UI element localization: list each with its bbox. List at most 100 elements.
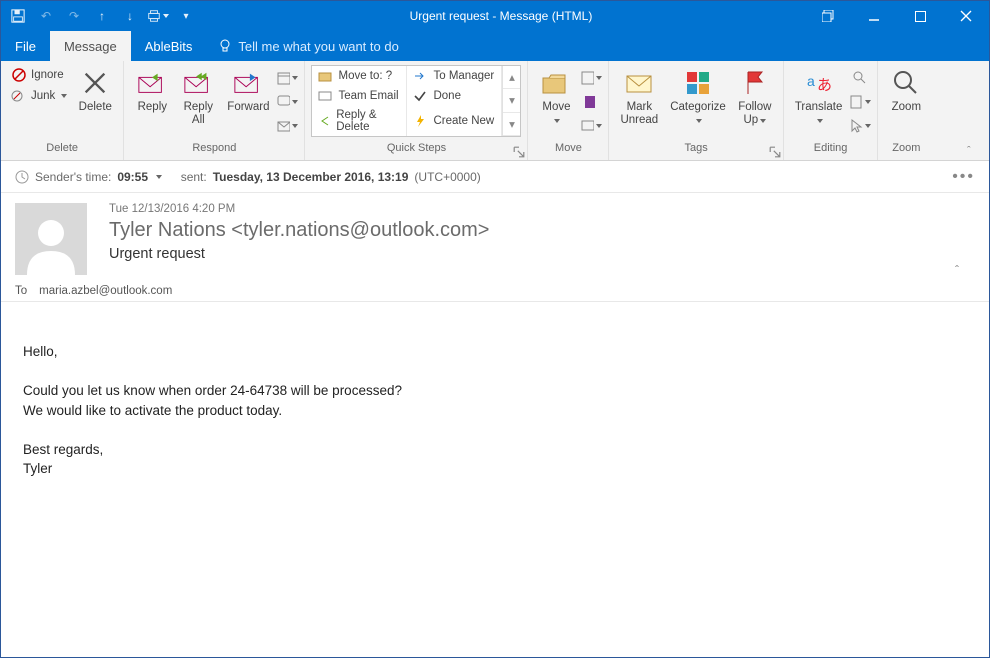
dialog-launcher-icon[interactable] <box>769 146 781 158</box>
qs-team-email[interactable]: Team Email <box>312 86 407 106</box>
actions-button[interactable] <box>580 115 602 137</box>
collapse-header-icon[interactable]: ˆ <box>955 203 975 277</box>
move-button[interactable]: Move <box>534 65 578 129</box>
sender-time-bar: Sender's time: 09:55 sent: Tuesday, 13 D… <box>1 161 989 193</box>
check-icon <box>413 89 427 103</box>
qs-to-manager[interactable]: To Manager <box>407 66 502 86</box>
delete-button[interactable]: Delete <box>73 65 117 116</box>
more-respond-button[interactable] <box>276 115 298 137</box>
avatar <box>15 203 87 275</box>
reply-button[interactable]: Reply <box>130 65 174 116</box>
senders-time-dropdown[interactable] <box>156 175 162 179</box>
mark-unread-icon <box>623 67 655 99</box>
move-folder-icon <box>540 67 572 99</box>
print-icon[interactable] <box>147 5 169 27</box>
qs-create-new[interactable]: Create New <box>407 106 502 136</box>
to-value: maria.azbel@outlook.com <box>39 285 172 297</box>
message-header: Tue 12/13/2016 4:20 PM Tyler Nations <ty… <box>1 193 989 302</box>
tab-message[interactable]: Message <box>50 31 131 61</box>
subject-line: Urgent request <box>109 246 941 262</box>
onenote-icon <box>583 94 599 110</box>
tab-ablebits[interactable]: AbleBits <box>131 31 207 61</box>
reply-all-icon <box>182 67 214 99</box>
title-bar: ↶ ↷ ↑ ↓ ▾ Urgent request - Message (HTML… <box>1 1 989 31</box>
select-button[interactable] <box>849 115 871 137</box>
forward-icon <box>232 67 264 99</box>
zoom-button[interactable]: Zoom <box>884 65 928 116</box>
save-icon[interactable] <box>7 5 29 27</box>
find-button[interactable] <box>849 67 871 89</box>
quick-steps-gallery[interactable]: Move to: ? To Manager Team Email Done Re… <box>311 65 521 137</box>
qs-reply-delete[interactable]: Reply & Delete <box>312 106 407 136</box>
reply-icon <box>136 67 168 99</box>
body-line: Could you let us know when order 24-6473… <box>23 381 967 401</box>
group-label-zoom: Zoom <box>878 142 934 160</box>
actions-icon <box>580 118 594 134</box>
body-line: Tyler <box>23 459 967 479</box>
ribbon-tabs: File Message AbleBits Tell me what you w… <box>1 31 989 61</box>
im-reply-button[interactable] <box>276 91 298 113</box>
minimize-icon[interactable] <box>851 1 897 31</box>
pointer-icon <box>849 118 863 134</box>
envelope-icon <box>276 118 290 134</box>
redo-icon[interactable]: ↷ <box>63 5 85 27</box>
senders-time-value: 09:55 <box>117 170 148 184</box>
previous-item-icon[interactable]: ↑ <box>91 5 113 27</box>
tab-file[interactable]: File <box>1 31 50 61</box>
from-line: Tyler Nations <tyler.nations@outlook.com… <box>109 219 941 242</box>
maximize-icon[interactable] <box>897 1 943 31</box>
rules-icon <box>580 70 594 86</box>
collapse-ribbon-icon[interactable]: ˆ <box>967 145 985 159</box>
dialog-launcher-icon[interactable] <box>513 146 525 158</box>
meeting-reply-button[interactable] <box>276 67 298 89</box>
categorize-button[interactable]: Categorize <box>665 65 731 129</box>
message-body: Hello, Could you let us know when order … <box>1 302 989 657</box>
gallery-up-icon[interactable]: ▴ <box>503 66 520 89</box>
translate-button[interactable]: aあ Translate <box>790 65 848 129</box>
sent-tz: (UTC+0000) <box>414 170 480 184</box>
follow-up-button[interactable]: Follow Up <box>733 65 777 129</box>
ignore-button[interactable]: Ignore <box>7 65 71 85</box>
svg-text:あ: あ <box>817 77 832 94</box>
restore-window-icon[interactable] <box>805 1 851 31</box>
senders-time-label: Sender's time: <box>35 170 111 184</box>
group-label-tags: Tags <box>609 142 782 160</box>
group-label-editing: Editing <box>784 142 878 160</box>
folder-icon <box>318 69 332 83</box>
window-title: Urgent request - Message (HTML) <box>197 9 805 23</box>
related-button[interactable] <box>849 91 871 113</box>
reply-all-button[interactable]: Reply All <box>176 65 220 129</box>
lightning-icon <box>413 114 427 128</box>
body-line: Hello, <box>23 342 967 362</box>
gallery-down-icon[interactable]: ▾ <box>503 89 520 112</box>
group-label-delete: Delete <box>1 142 123 160</box>
body-line: Best regards, <box>23 440 967 460</box>
received-date: Tue 12/13/2016 4:20 PM <box>109 203 941 215</box>
message-window: ↶ ↷ ↑ ↓ ▾ Urgent request - Message (HTML… <box>0 0 990 658</box>
find-icon <box>852 70 868 86</box>
close-icon[interactable] <box>943 1 989 31</box>
onenote-button[interactable] <box>580 91 602 113</box>
zoom-icon <box>890 67 922 99</box>
clock-icon <box>15 170 29 184</box>
qs-move-to[interactable]: Move to: ? <box>312 66 407 86</box>
mark-unread-button[interactable]: Mark Unread <box>615 65 663 129</box>
more-actions-button[interactable]: ••• <box>952 168 975 186</box>
tell-me-search[interactable]: Tell me what you want to do <box>206 31 410 61</box>
undo-icon[interactable]: ↶ <box>35 5 57 27</box>
qat-customize-icon[interactable]: ▾ <box>175 5 197 27</box>
junk-icon <box>11 88 27 104</box>
qs-done[interactable]: Done <box>407 86 502 106</box>
junk-button[interactable]: Junk <box>7 86 71 106</box>
group-label-quicksteps: Quick Steps <box>305 142 527 160</box>
next-item-icon[interactable]: ↓ <box>119 5 141 27</box>
lightbulb-icon <box>218 39 232 53</box>
ignore-icon <box>11 67 27 83</box>
rules-button[interactable] <box>580 67 602 89</box>
forward-button[interactable]: Forward <box>222 65 274 116</box>
flag-icon <box>739 67 771 99</box>
delete-icon <box>79 67 111 99</box>
gallery-more-icon[interactable]: ▾ <box>503 113 520 136</box>
sent-label: sent: <box>181 170 207 184</box>
svg-text:a: a <box>807 73 815 89</box>
